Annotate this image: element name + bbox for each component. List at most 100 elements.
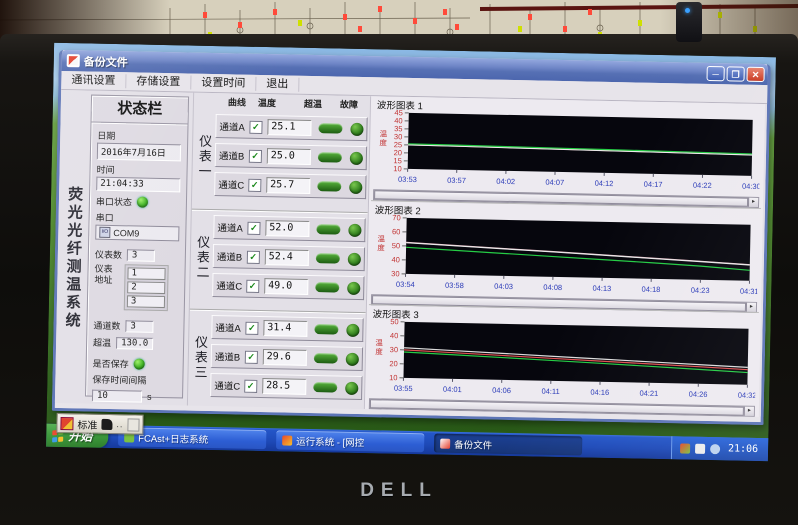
status-panel: 状态栏 日期 2016年7月16日 时间 21:04:33 串口状态 串口 bbox=[85, 95, 189, 399]
addr-input-3[interactable]: 3 bbox=[127, 295, 165, 308]
charts-column: 波形图表 1 4540353025201510温度03:5303:5704:02… bbox=[364, 96, 765, 417]
curve-checkbox[interactable]: ✓ bbox=[245, 350, 258, 363]
io-icon: I/O bbox=[99, 227, 110, 238]
channel-row: 通道A ✓ 25.1 bbox=[215, 114, 367, 141]
overtemp-indicator bbox=[318, 152, 342, 162]
svg-text:03:53: 03:53 bbox=[398, 175, 417, 184]
instrument-2-name: 仪表二 bbox=[192, 235, 212, 280]
fault-indicator bbox=[345, 381, 358, 394]
channel-row: 通道A ✓ 52.0 bbox=[213, 215, 365, 242]
channel-row: 通道B ✓ 25.0 bbox=[215, 143, 367, 170]
scroll-right-icon[interactable]: ▸ bbox=[744, 407, 754, 416]
serial-port-combo[interactable]: I/O COM9 bbox=[95, 225, 179, 242]
channel-label: 通道C bbox=[214, 378, 244, 393]
svg-text:10: 10 bbox=[389, 373, 398, 382]
channel-row: 通道B ✓ 52.4 bbox=[213, 244, 365, 271]
serial-status-led bbox=[137, 196, 148, 207]
svg-text:04:18: 04:18 bbox=[642, 285, 661, 294]
tray-keyboard-icon[interactable] bbox=[695, 443, 705, 453]
header-temperature: 温度 bbox=[258, 96, 304, 110]
fault-indicator bbox=[350, 122, 363, 135]
temperature-value: 25.7 bbox=[266, 177, 310, 194]
fault-indicator bbox=[348, 252, 361, 265]
channel-label: 通道A bbox=[215, 320, 245, 335]
curve-checkbox[interactable]: ✓ bbox=[247, 221, 260, 234]
svg-text:04:32: 04:32 bbox=[738, 391, 757, 400]
instrument-count-label: 仪表数 bbox=[95, 248, 122, 262]
scroll-right-icon[interactable]: ▸ bbox=[748, 198, 758, 207]
menu-exit[interactable]: 退出 bbox=[256, 77, 299, 92]
svg-text:温: 温 bbox=[380, 129, 388, 138]
task-icon bbox=[440, 438, 450, 448]
minimize-button[interactable]: ─ bbox=[706, 66, 724, 81]
curve-checkbox[interactable]: ✓ bbox=[247, 250, 260, 263]
overtemp-label: 超温 bbox=[93, 336, 111, 349]
taskbar-task-backup-file[interactable]: 备份文件 bbox=[434, 434, 582, 456]
ime-mode-label[interactable]: 标准 bbox=[77, 416, 97, 431]
svg-text:30: 30 bbox=[391, 269, 400, 278]
maximize-button[interactable]: ❐ bbox=[726, 66, 744, 81]
scroll-right-icon[interactable]: ▸ bbox=[746, 303, 756, 312]
curve-checkbox[interactable]: ✓ bbox=[245, 321, 258, 334]
tray-app-icon[interactable] bbox=[680, 443, 690, 453]
instrument-count-value[interactable]: 3 bbox=[127, 249, 155, 262]
menu-storage-settings[interactable]: 存储设置 bbox=[126, 74, 191, 89]
close-button[interactable]: ✕ bbox=[746, 67, 764, 82]
serial-port-value: COM9 bbox=[113, 228, 139, 239]
temperature-value: 29.6 bbox=[263, 349, 307, 366]
taskbar-task-run-system[interactable]: 运行系统 - [网控 bbox=[276, 430, 424, 452]
ime-options-button[interactable] bbox=[127, 418, 139, 431]
curve-checkbox[interactable]: ✓ bbox=[244, 379, 257, 392]
menu-set-time[interactable]: 设置时间 bbox=[191, 76, 256, 91]
svg-text:70: 70 bbox=[392, 214, 401, 222]
ime-icon[interactable] bbox=[60, 417, 73, 430]
svg-text:04:23: 04:23 bbox=[691, 286, 710, 295]
language-bar[interactable]: 标准 .. bbox=[56, 413, 143, 435]
task-icon bbox=[282, 435, 292, 445]
tray-clock: 21:06 bbox=[728, 443, 758, 455]
curve-checkbox[interactable]: ✓ bbox=[249, 149, 262, 162]
svg-text:04:31: 04:31 bbox=[740, 287, 759, 296]
addr-input-2[interactable]: 2 bbox=[127, 281, 165, 294]
fault-indicator bbox=[348, 223, 361, 236]
svg-text:20: 20 bbox=[389, 359, 398, 368]
overtemp-indicator bbox=[318, 123, 342, 133]
date-value: 2016年7月16日 bbox=[97, 143, 181, 162]
curve-checkbox[interactable]: ✓ bbox=[249, 120, 262, 133]
svg-text:03:54: 03:54 bbox=[396, 280, 415, 289]
svg-text:温: 温 bbox=[375, 338, 383, 347]
instrument-addr-label: 仪表地址 bbox=[94, 264, 121, 311]
svg-text:04:07: 04:07 bbox=[545, 178, 564, 187]
menu-comm-settings[interactable]: 通讯设置 bbox=[61, 73, 126, 88]
waveform-chart-3: 波形图表 3 5040302010温度03:5504:0104:0604:110… bbox=[367, 304, 759, 417]
time-label: 时间 bbox=[96, 163, 180, 178]
serial-label: 串口 bbox=[96, 211, 180, 226]
system-name-vertical: 荧光光纤测温系统 bbox=[60, 186, 85, 330]
channel-count-value[interactable]: 3 bbox=[125, 320, 153, 333]
waveform-plot: 5040302010温度03:5504:0104:0604:1104:1604:… bbox=[367, 318, 757, 406]
channel-count-label: 通道数 bbox=[93, 319, 120, 333]
waveform-plot: 4540353025201510温度03:5303:5704:0204:0704… bbox=[371, 109, 761, 197]
temperature-value: 49.0 bbox=[264, 278, 308, 295]
svg-text:度: 度 bbox=[379, 137, 387, 147]
addr-input-1[interactable]: 1 bbox=[127, 267, 165, 280]
app-icon bbox=[67, 54, 80, 67]
channel-label: 通道A bbox=[217, 220, 247, 235]
channel-label: 通道B bbox=[215, 349, 245, 364]
temperature-value: 25.0 bbox=[267, 148, 311, 165]
dots-icon[interactable]: .. bbox=[116, 419, 123, 429]
curve-checkbox[interactable]: ✓ bbox=[248, 178, 261, 191]
curve-checkbox[interactable]: ✓ bbox=[246, 279, 259, 292]
header-fault: 故障 bbox=[340, 98, 366, 112]
waveform-chart-2: 波形图表 2 7060504030温度03:5403:5804:0304:080… bbox=[369, 200, 761, 313]
svg-text:04:06: 04:06 bbox=[492, 386, 511, 395]
save-interval-label: 保存时间间隔 bbox=[92, 373, 176, 388]
tray-network-icon[interactable] bbox=[710, 444, 720, 454]
overtemp-threshold[interactable]: 130.0 bbox=[116, 337, 153, 350]
save-interval-value[interactable]: 10 bbox=[92, 390, 142, 403]
fault-indicator bbox=[346, 323, 359, 336]
pen-icon[interactable] bbox=[101, 418, 112, 429]
svg-text:04:22: 04:22 bbox=[693, 181, 712, 190]
client-area: 荧光光纤测温系统 状态栏 日期 2016年7月16日 时间 21:04:33 串… bbox=[55, 90, 767, 417]
save-label: 是否保存 bbox=[93, 357, 129, 371]
